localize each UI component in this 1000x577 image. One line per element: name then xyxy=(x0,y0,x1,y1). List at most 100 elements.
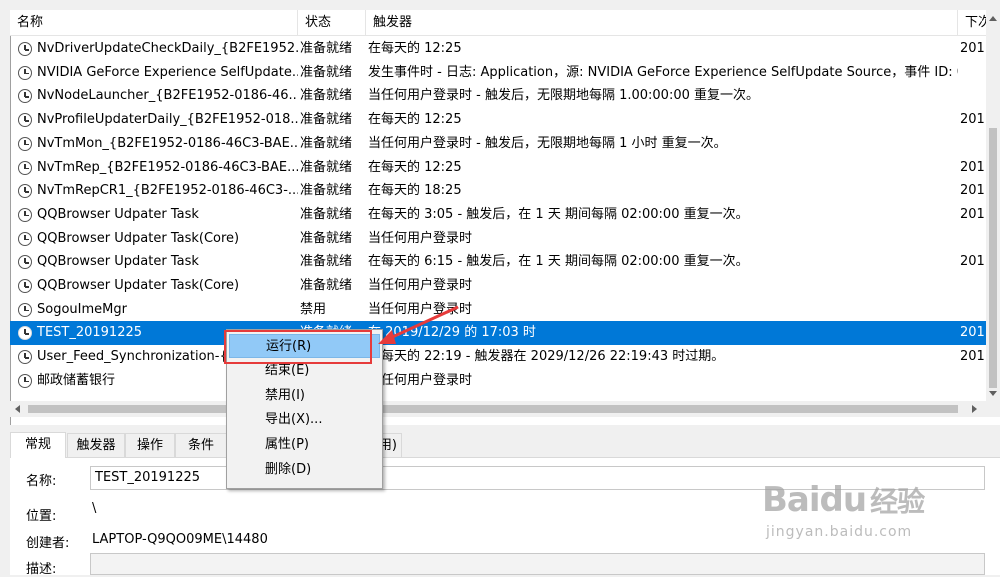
task-next-run: 201 xyxy=(960,159,985,175)
task-clock-icon xyxy=(18,65,32,80)
watermark-logo: Baidu 经验 xyxy=(762,480,925,520)
task-trigger: 在每天的 12:25 xyxy=(368,41,462,56)
table-row[interactable]: NvNodeLauncher_{B2FE1952-0186-46... 准备就绪当… xyxy=(10,84,986,108)
task-trigger: 当任何用户登录时 - 触发后，无限期地每隔 1 小时 重复一次。 xyxy=(368,135,727,151)
task-name: QQBrowser Updater Task(Core) xyxy=(18,274,298,298)
task-trigger: 在每天的 18:25 xyxy=(368,183,462,199)
task-next-run xyxy=(960,132,986,156)
tab-general[interactable]: 常规 xyxy=(10,432,66,458)
tab-conditions[interactable]: 条件 xyxy=(175,433,227,457)
task-trigger: 当任何用户登录时 xyxy=(368,278,473,293)
column-name-header[interactable]: 名称 xyxy=(10,10,298,36)
task-clock-icon xyxy=(18,207,32,222)
task-clock-icon xyxy=(18,231,32,246)
scroll-corner xyxy=(986,401,1000,417)
task-status: 准备就绪 xyxy=(300,206,353,222)
task-status: 准备就绪 xyxy=(300,88,353,104)
menu-item-export[interactable]: 导出(X)... xyxy=(229,408,380,432)
task-name-text: NvTmMon_{B2FE1952-0186-46C3-BAE... xyxy=(37,135,298,151)
table-row[interactable]: User_Feed_Synchronization-{5...准备就绪在每天的 … xyxy=(10,345,986,369)
table-row[interactable]: NvTmMon_{B2FE1952-0186-46C3-BAE... 准备就绪 当任… xyxy=(10,132,986,156)
task-trigger: 在 2019/12/29 的 17:03 时 xyxy=(368,325,536,341)
task-name-text: QQBrowser Udpater Task xyxy=(37,206,199,222)
tab-triggers[interactable]: 触发器 xyxy=(67,433,125,457)
column-next-run-header[interactable]: 下次 xyxy=(958,10,986,36)
vertical-scroll-thumb[interactable] xyxy=(989,128,997,388)
task-status: 准备就绪 xyxy=(300,159,353,175)
task-clock-icon xyxy=(18,184,32,199)
table-row[interactable]: NvTmRepCR1_{B2FE1952-0186-46C3-... 准备就绪 在每… xyxy=(10,179,986,203)
description-field[interactable] xyxy=(90,553,985,575)
task-next-run xyxy=(960,61,986,85)
scroll-down-icon[interactable] xyxy=(989,391,997,396)
task-status: 准备就绪 xyxy=(300,64,353,80)
task-clock-icon xyxy=(18,160,32,175)
description-label: 描述: xyxy=(26,562,57,577)
task-status: 准备就绪 xyxy=(300,278,353,293)
table-row[interactable]: QQBrowser Updater Task 准备就绪 在每天的 6:15 - 触发… xyxy=(10,250,986,274)
task-list: NvDriverUpdateCheckDaily_{B2FE1952... 准备就… xyxy=(10,37,986,401)
table-row[interactable]: QQBrowser Udpater Task(Core) 准备就绪 当任何用户登录时 xyxy=(10,227,986,251)
table-row[interactable]: QQBrowser Udpater Task 准备就绪 在每天的 3:05 - 触发… xyxy=(10,203,986,227)
vertical-scrollbar[interactable] xyxy=(986,10,1000,401)
table-row[interactable]: NvTmRep_{B2FE1952-0186-46C3-BAE... 准备就绪 在每… xyxy=(10,156,986,180)
column-status-header[interactable]: 状态 xyxy=(298,10,366,36)
author-label: 创建者: xyxy=(26,536,70,551)
task-trigger: 在每天的 3:05 - 触发后，在 1 天 期间每隔 02:00:00 重复一次… xyxy=(368,206,749,222)
scroll-up-icon[interactable] xyxy=(989,16,997,21)
table-row[interactable]: TEST_20191225准备就绪在 2019/12/29 的 17:03 时2… xyxy=(10,321,986,346)
task-status: 准备就绪 xyxy=(300,230,353,246)
task-name: NVIDIA GeForce Experience SelfUpdate... xyxy=(18,61,298,85)
table-row[interactable]: NvProfileUpdaterDaily_{B2FE1952-018... 准备… xyxy=(10,108,986,132)
task-name-text: QQBrowser Udpater Task(Core) xyxy=(37,230,240,246)
task-next-run xyxy=(960,298,986,322)
task-status: 禁用 xyxy=(300,301,327,317)
task-name: NvDriverUpdateCheckDaily_{B2FE1952... xyxy=(18,37,298,61)
task-next-run xyxy=(960,369,986,393)
task-trigger: 发生事件时 - 日志: Application，源: NVIDIA GeForc… xyxy=(368,64,958,80)
task-next-run xyxy=(960,227,986,251)
annotation-highlight-box xyxy=(224,330,372,364)
task-trigger: 在每天的 12:25 xyxy=(368,112,462,128)
task-name-text: QQBrowser Updater Task(Core) xyxy=(37,278,240,293)
task-clock-icon xyxy=(18,89,32,104)
task-clock-icon xyxy=(18,136,32,151)
task-name: NvTmMon_{B2FE1952-0186-46C3-BAE... xyxy=(18,132,298,156)
task-name-text: NvDriverUpdateCheckDaily_{B2FE1952... xyxy=(37,41,298,56)
task-name: QQBrowser Udpater Task xyxy=(18,203,298,227)
table-row[interactable]: QQBrowser Updater Task(Core) 准备就绪 当任何用户登录时 xyxy=(10,274,986,298)
task-next-run: 201 xyxy=(960,41,985,56)
table-row[interactable]: SogouImeMgr 禁用 当任何用户登录时 xyxy=(10,298,986,322)
task-trigger: 当任何用户登录时 xyxy=(368,372,473,388)
scroll-left-icon[interactable] xyxy=(15,405,20,413)
column-trigger-header[interactable]: 触发器 xyxy=(366,10,958,36)
task-name-text: NVIDIA GeForce Experience SelfUpdate... xyxy=(37,64,298,80)
menu-item-delete[interactable]: 删除(D) xyxy=(229,458,380,482)
task-trigger: 在每天的 22:19 - 触发器在 2029/12/26 22:19:43 时过… xyxy=(368,349,725,365)
task-name-text: User_Feed_Synchronization-{5... xyxy=(37,349,249,365)
task-next-run xyxy=(960,274,986,298)
task-clock-icon xyxy=(18,350,32,365)
table-row[interactable]: NVIDIA GeForce Experience SelfUpdate... 准… xyxy=(10,61,986,85)
task-name-text: SogouImeMgr xyxy=(37,301,127,317)
task-name: SogouImeMgr xyxy=(18,298,298,322)
task-name: QQBrowser Updater Task xyxy=(18,250,298,274)
horizontal-scroll-thumb[interactable] xyxy=(28,405,958,413)
task-next-run: 201 xyxy=(960,183,985,199)
task-next-run: 201 xyxy=(960,349,985,365)
horizontal-scrollbar[interactable] xyxy=(10,401,986,417)
task-clock-icon xyxy=(18,302,32,317)
column-header: 名称 状态 触发器 下次 xyxy=(10,10,986,36)
task-trigger: 当任何用户登录时 - 触发后，无限期地每隔 1.00:00:00 重复一次。 xyxy=(368,88,760,104)
task-name-text: NvTmRep_{B2FE1952-0186-46C3-BAE... xyxy=(37,159,298,175)
task-status: 准备就绪 xyxy=(300,112,353,128)
table-row[interactable]: 邮政储蓄银行准备就绪当任何用户登录时 xyxy=(10,369,986,393)
watermark: Baidu 经验 jingyan.baidu.com xyxy=(762,480,925,540)
task-next-run: 201 xyxy=(960,325,985,341)
tab-actions[interactable]: 操作 xyxy=(125,433,175,457)
scroll-right-icon[interactable] xyxy=(972,405,977,413)
task-name: NvTmRep_{B2FE1952-0186-46C3-BAE... xyxy=(18,156,298,180)
menu-item-properties[interactable]: 属性(P) xyxy=(229,433,380,457)
menu-item-disable[interactable]: 禁用(I) xyxy=(229,384,380,408)
table-row[interactable]: NvDriverUpdateCheckDaily_{B2FE1952... 准备就… xyxy=(10,37,986,61)
